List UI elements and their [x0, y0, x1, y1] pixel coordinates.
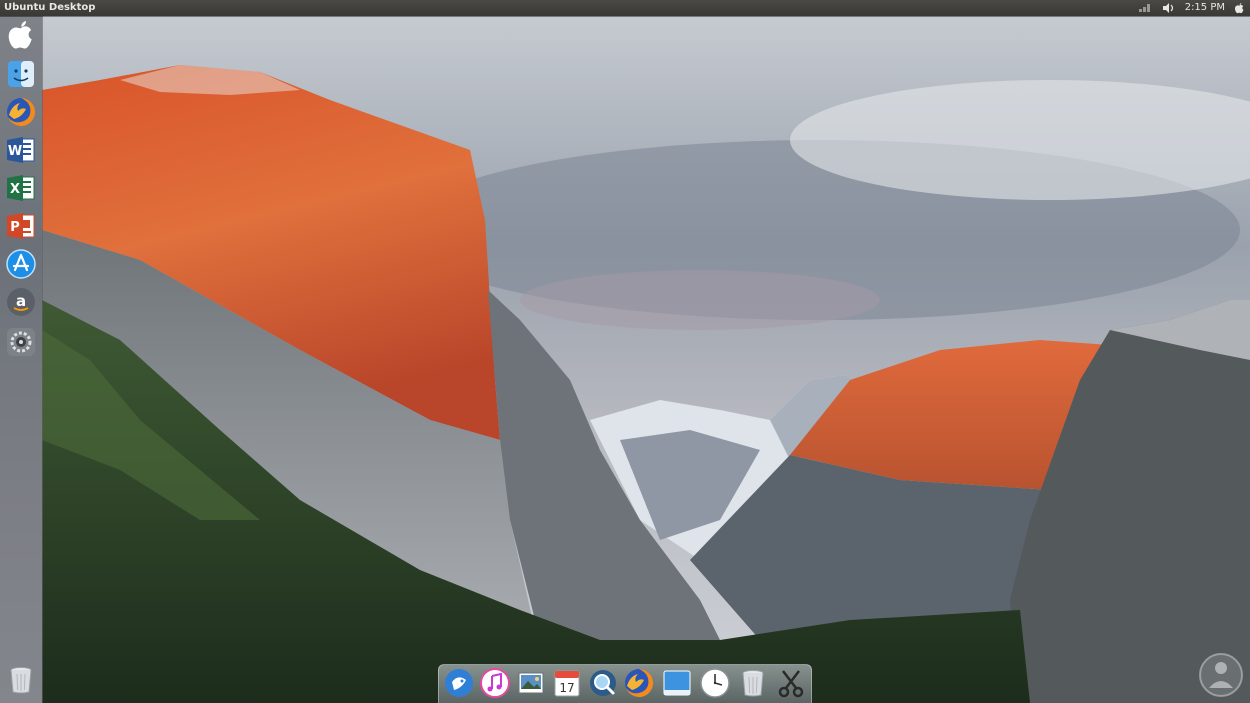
- dock-item-search[interactable]: [587, 667, 619, 699]
- app-store-icon: [6, 249, 36, 279]
- launcher-item-system-settings[interactable]: [5, 326, 37, 358]
- music-icon: [480, 668, 510, 698]
- dock-item-screenshot-tool[interactable]: [775, 667, 807, 699]
- dock-item-calendar[interactable]: 17: [551, 667, 583, 699]
- dock-item-desktop[interactable]: [661, 667, 693, 699]
- watermark-logo: [1198, 652, 1244, 698]
- word-letter: W: [8, 144, 22, 159]
- amazon-icon: a: [6, 287, 36, 317]
- dock-item-finder[interactable]: [443, 667, 475, 699]
- top-panel: Ubuntu Desktop 2:15 PM: [0, 0, 1250, 16]
- dock: 17: [438, 664, 812, 703]
- calendar-day: 17: [559, 681, 574, 695]
- trash-icon: [9, 666, 33, 694]
- powerpoint-letter: P: [10, 220, 20, 235]
- launcher-item-finder[interactable]: [5, 58, 37, 90]
- photos-icon: [516, 668, 546, 698]
- firefox-icon: [6, 97, 36, 127]
- launcher-item-amazon[interactable]: a: [5, 286, 37, 318]
- desktop-wallpaper: [0, 0, 1250, 703]
- dock-item-firefox[interactable]: [623, 667, 655, 699]
- trash-icon: [741, 669, 765, 697]
- word-icon: W: [6, 136, 36, 164]
- powerpoint-icon: P: [6, 212, 36, 240]
- launcher-item-apple[interactable]: [5, 20, 37, 52]
- apple-menu-icon[interactable]: [1235, 0, 1244, 16]
- calendar-icon: 17: [553, 668, 581, 698]
- excel-icon: X: [6, 174, 36, 202]
- dock-item-photos[interactable]: [515, 667, 547, 699]
- launcher-item-word[interactable]: W: [5, 134, 37, 166]
- dock-item-trash[interactable]: [737, 667, 769, 699]
- excel-letter: X: [10, 182, 20, 197]
- amazon-letter: a: [16, 292, 26, 310]
- search-icon: [588, 668, 618, 698]
- finder-icon: [444, 668, 474, 698]
- scissors-icon: [777, 668, 805, 698]
- window-title: Ubuntu Desktop: [4, 2, 96, 13]
- finder-icon: [7, 60, 35, 88]
- clock[interactable]: 2:15 PM: [1185, 0, 1225, 16]
- launcher-item-powerpoint[interactable]: P: [5, 210, 37, 242]
- launcher-item-firefox[interactable]: [5, 96, 37, 128]
- clock-icon: [700, 668, 730, 698]
- firefox-icon: [624, 668, 654, 698]
- launcher-item-trash[interactable]: [5, 664, 37, 696]
- launcher-item-app-store[interactable]: [5, 248, 37, 280]
- desktop-icon: [662, 668, 692, 698]
- apple-icon: [8, 21, 34, 51]
- volume-icon[interactable]: [1162, 0, 1175, 16]
- network-icon[interactable]: [1138, 0, 1152, 16]
- launcher-item-excel[interactable]: X: [5, 172, 37, 204]
- gear-icon: [6, 327, 36, 357]
- indicator-area: 2:15 PM: [1138, 0, 1244, 16]
- dock-item-itunes[interactable]: [479, 667, 511, 699]
- launcher: W X P a: [0, 16, 43, 703]
- dock-item-clock[interactable]: [699, 667, 731, 699]
